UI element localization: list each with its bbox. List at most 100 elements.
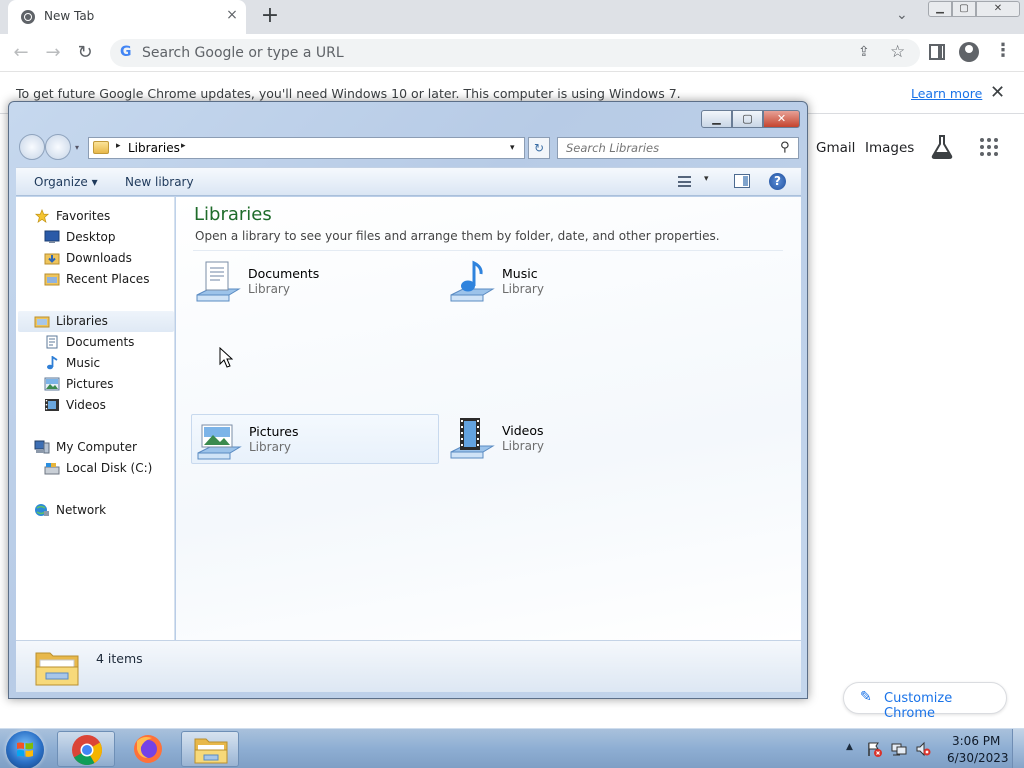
library-type: Library [248,282,290,296]
network-status-icon[interactable] [891,741,907,757]
organize-button[interactable]: Organize ▾ [34,175,98,189]
explorer-forward-icon[interactable] [45,134,71,160]
hard-disk-icon [44,463,60,475]
library-tile-documents[interactable]: Documents Library [191,257,439,307]
show-desktop-button[interactable] [1012,729,1024,768]
volume-muted-icon[interactable] [915,741,931,757]
search-icon[interactable]: ⚲ [780,140,790,155]
start-button[interactable] [6,731,44,768]
library-tile-videos[interactable]: Videos Library [445,414,693,464]
forward-arrow-icon[interactable]: → [40,40,66,66]
reload-icon[interactable]: ↻ [72,40,98,66]
change-view-button[interactable]: ▾ [678,173,718,191]
window-minimize-button[interactable]: ▁ [928,1,952,17]
breadcrumb-arrow-icon[interactable]: ▸ [181,141,186,151]
explorer-close-button[interactable]: ✕ [763,110,800,128]
libraries-folder-icon [35,652,79,686]
omnibox[interactable]: G Search Google or type a URL ⇪ ☆ [110,39,920,67]
refresh-icon[interactable]: ↻ [528,137,550,159]
google-apps-icon[interactable] [980,138,998,156]
nav-label: Network [56,503,107,517]
tab-new-tab[interactable]: New Tab × [8,0,246,34]
computer-icon [34,440,50,454]
details-pane: 4 items [16,640,801,692]
images-link[interactable]: Images [865,140,914,156]
clock-date[interactable]: 6/30/2023 [947,751,1009,765]
music-library-icon [450,260,495,302]
nav-item-pictures[interactable]: Pictures [44,374,164,395]
library-name: Documents [248,266,320,281]
chrome-tab-strip: New Tab × + ⌄ ▁ ▢ ✕ [0,0,1024,34]
tab-close-icon[interactable]: × [224,7,240,23]
library-tile-pictures[interactable]: Pictures Library [191,414,439,464]
tab-search-chevron-icon[interactable]: ⌄ [896,7,908,23]
nav-item-desktop[interactable]: Desktop [44,227,164,248]
nav-label: Documents [66,335,135,349]
nav-item-local-disk[interactable]: Local Disk (C:) [44,458,169,479]
chrome-menu-icon[interactable]: ⋮ [994,40,1012,61]
preview-pane-icon[interactable] [734,174,750,188]
nav-item-favorites[interactable]: Favorites [34,206,164,227]
bookmark-star-icon[interactable]: ☆ [890,42,905,62]
window-close-button[interactable]: ✕ [976,1,1020,17]
address-dropdown-icon[interactable]: ▾ [510,143,515,153]
omnibox-placeholder[interactable]: Search Google or type a URL [142,45,344,61]
nav-item-music[interactable]: Music [44,353,164,374]
library-name: Music [502,266,538,281]
customize-chrome-button[interactable]: ✎ Customize Chrome [843,682,1007,721]
downloads-folder-icon [44,253,60,265]
videos-library-icon [450,418,495,459]
learn-more-link[interactable]: Learn more [911,86,982,101]
explorer-back-icon[interactable] [19,134,45,160]
view-dropdown-icon[interactable]: ▾ [704,174,709,184]
window-restore-button[interactable]: ▢ [952,1,976,17]
clock-time[interactable]: 3:06 PM [952,734,1000,748]
nav-item-recent-places[interactable]: Recent Places [44,269,169,290]
search-libraries-box[interactable]: ⚲ [557,137,799,159]
taskbar-chrome-button[interactable] [57,731,115,767]
nav-item-downloads[interactable]: Downloads [44,248,164,269]
help-icon[interactable]: ? [769,173,786,190]
library-type: Library [502,439,544,453]
nav-item-videos[interactable]: Videos [44,395,164,416]
show-hidden-icons-chevron-icon[interactable]: ▲ [846,742,853,752]
nav-item-libraries[interactable]: Libraries [18,311,174,332]
recent-pages-dropdown-icon[interactable]: ▾ [75,143,79,152]
nav-item-network[interactable]: Network [34,500,164,521]
nav-item-my-computer[interactable]: My Computer [34,437,169,458]
nav-item-documents[interactable]: Documents [44,332,164,353]
search-input[interactable] [558,138,773,158]
explorer-minimize-button[interactable]: ▁ [701,110,732,128]
videos-film-icon [45,399,59,411]
breadcrumb-libraries[interactable]: Libraries [128,141,180,155]
explorer-maximize-button[interactable]: ▢ [732,110,763,128]
library-tile-music[interactable]: Music Library [445,257,693,307]
documents-icon [46,335,58,349]
share-icon[interactable]: ⇪ [858,44,870,60]
chrome-logo-icon [72,735,103,766]
windows-logo-icon [17,742,33,757]
taskbar-explorer-button[interactable] [181,731,239,767]
explorer-folder-icon [194,738,228,764]
action-center-flag-icon[interactable] [866,741,882,757]
infobar-close-icon[interactable]: ✕ [990,82,1005,103]
profile-avatar-icon[interactable] [959,42,979,62]
library-type: Library [249,440,291,454]
tab-title: New Tab [44,9,95,23]
nav-label: Pictures [66,377,114,391]
breadcrumb-arrow-icon[interactable]: ▸ [116,141,121,151]
customize-chrome-label: Customize Chrome [884,691,953,721]
taskbar-firefox-button[interactable] [119,731,177,767]
libraries-folder-icon [93,141,109,154]
nav-label: Videos [66,398,106,412]
back-arrow-icon[interactable]: ← [8,40,34,66]
new-tab-button[interactable]: + [258,4,282,28]
explorer-window: ▁ ▢ ✕ ▾ ▸ Libraries ▸ ▾ ↻ ⚲ Organize ▾ N… [8,101,808,699]
address-bar[interactable]: ▸ Libraries ▸ ▾ [88,137,525,159]
documents-library-icon [196,261,241,302]
gmail-link[interactable]: Gmail [816,140,855,156]
content-pane: Libraries Open a library to see your fil… [176,197,801,640]
labs-flask-icon[interactable] [930,134,954,160]
side-panel-icon[interactable] [929,44,945,60]
new-library-button[interactable]: New library [125,175,194,189]
